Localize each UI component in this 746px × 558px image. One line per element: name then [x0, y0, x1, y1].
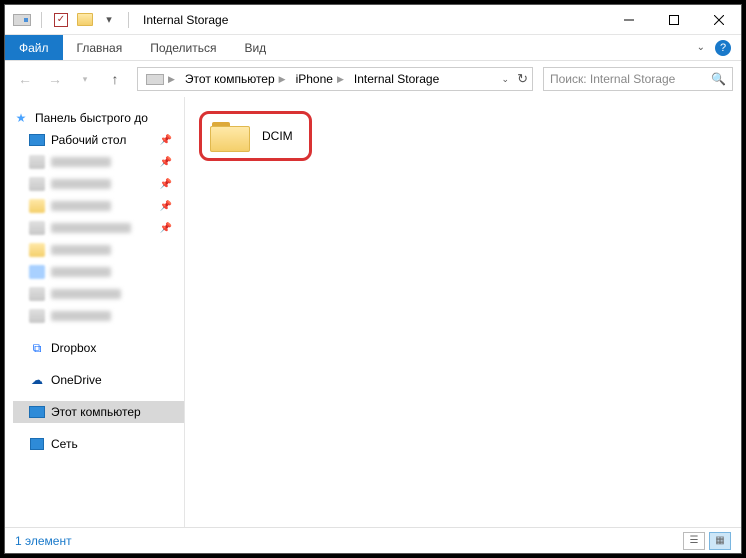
titlebar[interactable]: ✓ ▾ Internal Storage [5, 5, 741, 35]
properties-qat-icon[interactable]: ✓ [52, 11, 70, 29]
item-count: 1 элемент [15, 534, 72, 548]
divider [128, 12, 129, 28]
sidebar-this-pc[interactable]: Этот компьютер [13, 401, 184, 423]
crumb-root-icon[interactable]: ▶ [142, 74, 179, 85]
search-input[interactable]: Поиск: Internal Storage 🔍 [543, 67, 733, 91]
crumb-iphone[interactable]: iPhone▶ [292, 72, 348, 86]
drive-icon [13, 11, 31, 29]
address-dropdown-icon[interactable]: ⌄ [502, 74, 510, 85]
sidebar-item-desktop[interactable]: Рабочий стол 📌 [13, 129, 184, 151]
pc-icon [29, 404, 45, 420]
content-pane[interactable]: DCIM [185, 97, 741, 527]
crumb-this-pc[interactable]: Этот компьютер▶ [181, 72, 290, 86]
search-icon[interactable]: 🔍 [711, 72, 726, 86]
pin-icon: 📌 [160, 157, 172, 168]
forward-button[interactable]: → [43, 67, 67, 91]
maximize-button[interactable] [651, 5, 696, 35]
close-button[interactable] [696, 5, 741, 35]
address-controls: ⌄ ↻ [502, 71, 528, 87]
collapse-ribbon-icon[interactable]: ⌄ [697, 42, 705, 53]
pin-icon: 📌 [160, 135, 172, 146]
onedrive-icon: ☁ [29, 372, 45, 388]
quick-access-toolbar: ✓ ▾ [5, 11, 133, 29]
refresh-icon[interactable]: ↻ [517, 71, 528, 87]
explorer-window: ✓ ▾ Internal Storage Файл Главная Подели… [4, 4, 742, 554]
sidebar-item-blurred[interactable] [13, 305, 184, 327]
status-bar: 1 элемент ☰ ▦ [5, 527, 741, 553]
help-icon[interactable]: ? [715, 40, 731, 56]
divider [41, 12, 42, 28]
minimize-button[interactable] [606, 5, 651, 35]
sidebar-network[interactable]: Сеть [13, 433, 184, 455]
sidebar-onedrive[interactable]: ☁ OneDrive [13, 369, 184, 391]
sidebar-dropbox[interactable]: ⧉ Dropbox [13, 337, 184, 359]
sidebar-item-blurred[interactable] [13, 239, 184, 261]
pin-icon: 📌 [160, 179, 172, 190]
body: ★ Панель быстрого до Рабочий стол 📌 📌 📌 … [5, 97, 741, 527]
ribbon-help-area: ⌄ ? [697, 35, 741, 60]
folder-qat-icon[interactable] [76, 11, 94, 29]
sidebar-item-blurred[interactable]: 📌 [13, 173, 184, 195]
search-placeholder: Поиск: Internal Storage [550, 72, 675, 86]
navigation-pane[interactable]: ★ Панель быстрого до Рабочий стол 📌 📌 📌 … [5, 97, 185, 527]
network-icon [29, 436, 45, 452]
folder-label: DCIM [262, 129, 293, 143]
desktop-icon [29, 132, 45, 148]
sidebar-item-blurred[interactable]: 📌 [13, 151, 184, 173]
pin-icon: 📌 [160, 201, 172, 212]
ribbon-tabs: Файл Главная Поделиться Вид ⌄ ? [5, 35, 741, 61]
back-button[interactable]: ← [13, 67, 37, 91]
up-button[interactable]: ↑ [103, 67, 127, 91]
star-icon: ★ [13, 110, 29, 126]
folder-icon [210, 120, 250, 152]
icons-view-icon[interactable]: ▦ [709, 532, 731, 550]
window-controls [606, 5, 741, 35]
sidebar-item-blurred[interactable]: 📌 [13, 217, 184, 239]
view-switcher: ☰ ▦ [683, 532, 731, 550]
sidebar-quick-access[interactable]: ★ Панель быстрого до [13, 107, 184, 129]
tab-view[interactable]: Вид [230, 35, 280, 60]
pin-icon: 📌 [160, 223, 172, 234]
tab-home[interactable]: Главная [63, 35, 137, 60]
sidebar-item-blurred[interactable] [13, 261, 184, 283]
dropbox-icon: ⧉ [29, 340, 45, 356]
recent-locations-icon[interactable]: ▾ [73, 67, 97, 91]
tab-share[interactable]: Поделиться [136, 35, 230, 60]
window-title: Internal Storage [143, 13, 228, 27]
folder-dcim[interactable]: DCIM [199, 111, 312, 161]
address-bar[interactable]: ▶ Этот компьютер▶ iPhone▶ Internal Stora… [137, 67, 533, 91]
tab-file[interactable]: Файл [5, 35, 63, 60]
navigation-bar: ← → ▾ ↑ ▶ Этот компьютер▶ iPhone▶ Intern… [5, 61, 741, 97]
crumb-internal-storage[interactable]: Internal Storage [350, 72, 443, 86]
details-view-icon[interactable]: ☰ [683, 532, 705, 550]
qat-overflow-icon[interactable]: ▾ [100, 11, 118, 29]
sidebar-item-blurred[interactable] [13, 283, 184, 305]
sidebar-item-blurred[interactable]: 📌 [13, 195, 184, 217]
